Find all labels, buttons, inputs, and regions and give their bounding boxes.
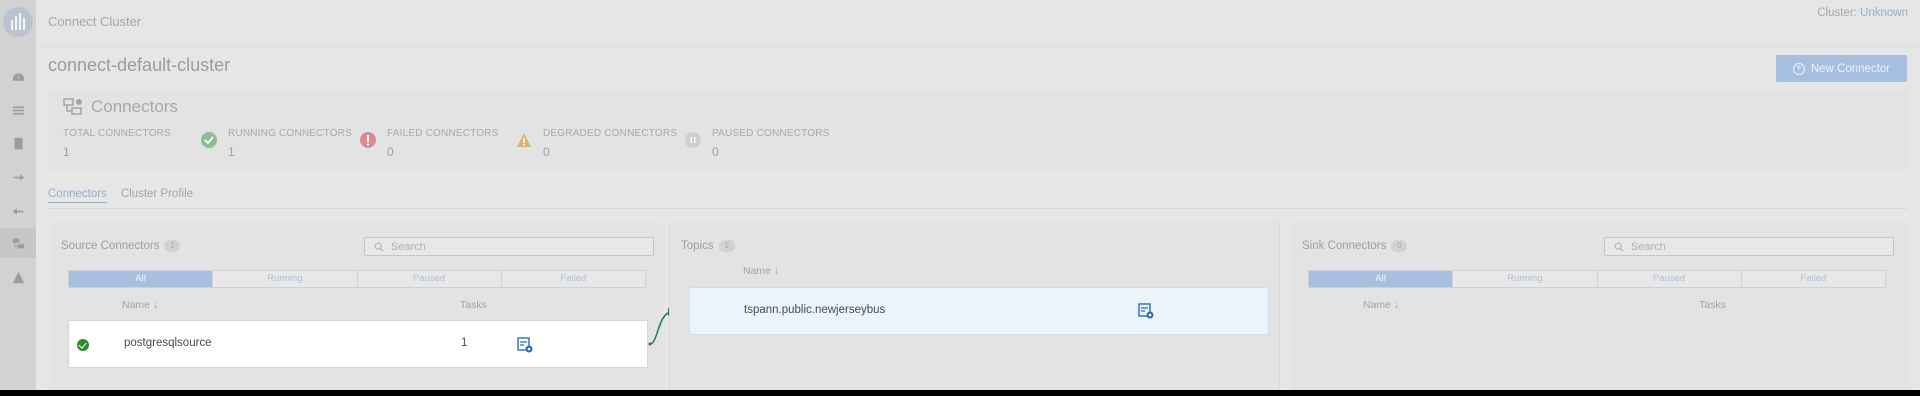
filter-all[interactable]: All — [69, 271, 214, 287]
import-nav-icon[interactable] — [0, 196, 36, 226]
stat-paused: PAUSED CONNECTORS 0 — [685, 128, 830, 159]
connectors-summary: Connectors TOTAL CONNECTORS 1 RUNNING CO… — [48, 90, 1908, 170]
list-nav-icon[interactable] — [0, 95, 36, 125]
stat-total: TOTAL CONNECTORS 1 — [63, 128, 171, 159]
stat-value: 0 — [543, 145, 550, 159]
cluster-status-value[interactable]: Unknown — [1860, 7, 1908, 19]
source-count-badge: 1 — [164, 240, 181, 252]
topics-title: Topics — [681, 240, 714, 252]
header-divider — [36, 46, 1920, 47]
tab-cluster-profile[interactable]: Cluster Profile — [121, 188, 193, 203]
filter-running[interactable]: Running — [1453, 271, 1598, 287]
warning-triangle-icon — [516, 132, 532, 148]
cluster-name: connect-default-cluster — [48, 55, 231, 75]
source-search-input[interactable]: Search — [364, 237, 654, 256]
database-nav-icon[interactable] — [0, 128, 36, 158]
running-status-icon — [77, 339, 89, 351]
sink-search-input[interactable]: Search — [1604, 237, 1894, 256]
stat-value: 0 — [387, 145, 394, 159]
sink-connectors-panel: Sink Connectors 0 Search All Running Pau… — [1291, 222, 1910, 390]
tabs-divider — [48, 208, 1908, 209]
source-col-name[interactable]: Name ↓ — [122, 299, 158, 311]
filter-failed[interactable]: Failed — [501, 271, 645, 287]
topics-panel-title: Topics 1 — [681, 240, 735, 252]
topics-count-badge: 1 — [718, 240, 735, 252]
table-row[interactable]: postgresqlsource 1 — [68, 320, 648, 368]
search-icon — [1614, 242, 1624, 252]
page-title: Connect Cluster — [48, 14, 142, 29]
stat-label: FAILED CONNECTORS — [387, 128, 499, 139]
tab-connectors[interactable]: Connectors — [48, 188, 107, 203]
connector-settings-icon[interactable] — [517, 337, 533, 353]
summary-header: Connectors — [63, 97, 178, 117]
tab-bar: Connectors Cluster Profile — [48, 188, 193, 203]
search-icon — [374, 242, 384, 252]
topic-details-icon[interactable] — [1138, 303, 1154, 319]
error-circle-icon — [360, 132, 376, 148]
sink-col-name[interactable]: Name ↓ — [1363, 299, 1399, 311]
sink-status-filter: All Running Paused Failed — [1308, 270, 1886, 288]
stat-value: 1 — [63, 145, 70, 159]
connectors-icon — [63, 98, 82, 115]
source-search-placeholder: Search — [391, 240, 426, 253]
sink-title: Sink Connectors — [1302, 240, 1387, 252]
plus-circle-icon: + — [1792, 62, 1805, 75]
cluster-status-label: Cluster: — [1817, 7, 1857, 19]
source-connectors-panel: Source Connectors 1 Search All Running P… — [50, 222, 663, 390]
filter-running[interactable]: Running — [213, 271, 358, 287]
sidebar — [0, 0, 36, 390]
stat-failed: FAILED CONNECTORS 0 — [360, 128, 499, 159]
source-col-tasks: Tasks — [460, 299, 487, 311]
stat-value: 1 — [228, 145, 235, 159]
check-circle-icon — [201, 132, 217, 148]
export-nav-icon[interactable] — [0, 162, 36, 192]
app-logo[interactable] — [3, 7, 33, 37]
stat-label: PAUSED CONNECTORS — [712, 128, 830, 139]
source-status-filter: All Running Paused Failed — [68, 270, 646, 288]
stat-label: DEGRADED CONNECTORS — [543, 128, 678, 139]
sink-count-badge: 0 — [1391, 240, 1408, 252]
cluster-status: Cluster: Unknown — [1817, 7, 1908, 19]
stat-label: RUNNING CONNECTORS — [228, 128, 352, 139]
connector-name[interactable]: postgresqlsource — [124, 337, 212, 349]
dashboard-nav-icon[interactable] — [0, 62, 36, 92]
new-connector-label: New Connector — [1810, 62, 1891, 75]
topics-col-name[interactable]: Name ↓ — [743, 265, 779, 277]
stat-running: RUNNING CONNECTORS 1 — [201, 128, 352, 159]
summary-title: Connectors — [91, 97, 178, 116]
topic-row[interactable]: tspann.public.newjerseybus — [689, 287, 1269, 335]
filter-failed[interactable]: Failed — [1741, 271, 1885, 287]
sink-search-placeholder: Search — [1631, 240, 1666, 253]
main-content: Connect Cluster Cluster: Unknown connect… — [36, 0, 1920, 390]
app-window: Connect Cluster Cluster: Unknown connect… — [0, 0, 1920, 390]
stat-degraded: DEGRADED CONNECTORS 0 — [517, 128, 678, 159]
filter-paused[interactable]: Paused — [357, 271, 502, 287]
source-title: Source Connectors — [61, 240, 160, 252]
pause-circle-icon — [685, 132, 701, 148]
connector-tasks: 1 — [461, 337, 468, 349]
stat-value: 0 — [712, 145, 719, 159]
alerts-nav-icon[interactable] — [0, 262, 36, 292]
sink-col-tasks: Tasks — [1699, 299, 1726, 311]
source-panel-title: Source Connectors 1 — [61, 240, 181, 252]
topic-name[interactable]: tspann.public.newjerseybus — [744, 304, 885, 316]
sink-panel-title: Sink Connectors 0 — [1302, 240, 1408, 252]
connect-nav-icon[interactable] — [0, 228, 36, 258]
new-connector-button[interactable]: + New Connector — [1776, 55, 1907, 82]
filter-paused[interactable]: Paused — [1597, 271, 1742, 287]
filter-all[interactable]: All — [1309, 271, 1454, 287]
stat-label: TOTAL CONNECTORS — [63, 128, 171, 139]
topics-panel: Topics 1 Name ↓ tspann.public.newjerseyb… — [669, 222, 1280, 390]
